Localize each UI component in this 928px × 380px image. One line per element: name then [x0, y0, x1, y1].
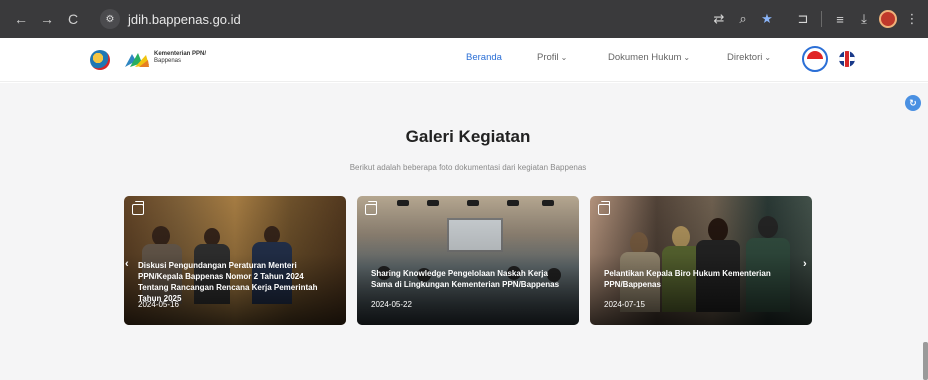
nav-profil[interactable]: Profil ⌄	[537, 52, 567, 63]
forward-icon[interactable]: →	[36, 8, 58, 30]
page-scrollbar[interactable]	[923, 342, 928, 380]
toolbar-divider	[821, 11, 822, 27]
site-header: Kementerian PPN/ Bappenas Beranda Profil…	[0, 38, 928, 82]
gallery-icon	[132, 201, 144, 215]
gallery-card[interactable]: Pelantikan Kepala Biro Hukum Kementerian…	[590, 196, 812, 325]
gallery-card[interactable]: Diskusi Pengundangan Peraturan Menteri P…	[124, 196, 346, 325]
nav-profil-label: Profil	[537, 52, 559, 63]
gallery-title: Galeri Kegiatan	[405, 127, 531, 146]
reload-icon[interactable]: C	[62, 8, 84, 30]
nav-beranda[interactable]: Beranda	[466, 52, 502, 63]
refresh-float-icon[interactable]: ↻	[905, 95, 921, 111]
gallery-card[interactable]: Sharing Knowledge Pengelolaan Naskah Ker…	[357, 196, 579, 325]
bookmark-star-icon[interactable]: ★	[755, 8, 779, 30]
card-caption: Diskusi Pengundangan Peraturan Menteri P…	[138, 261, 318, 303]
card-date: 2024-05-22	[371, 300, 412, 309]
translate-icon[interactable]: ⇄	[707, 8, 731, 30]
back-icon[interactable]: ←	[10, 8, 32, 30]
nav-direktori-label: Direktori	[727, 52, 763, 63]
nav-dokumen-hukum-label: Dokumen Hukum	[608, 52, 682, 63]
address-bar[interactable]: ⚙ jdih.bappenas.go.id	[100, 7, 740, 31]
chevron-down-icon: ⌄	[683, 53, 691, 62]
chrome-menu-icon[interactable]: ⋮	[900, 8, 924, 30]
chevron-down-icon: ⌄	[560, 53, 568, 62]
card-caption: Pelantikan Kepala Biro Hukum Kementerian…	[604, 269, 771, 289]
toolbar-actions: ⇄ ⌕ ★ ⊐ ≡ ⤓ ⋮	[707, 8, 924, 30]
chevron-down-icon: ⌄	[764, 53, 772, 62]
indonesia-flag-icon	[807, 51, 823, 67]
ministry-logo-text[interactable]: Kementerian PPN/ Bappenas	[154, 51, 234, 65]
gallery-section: Galeri Kegiatan Berikut adalah beberapa …	[0, 83, 928, 380]
gallery-icon	[365, 201, 377, 215]
extensions-icon[interactable]: ⊐	[791, 8, 815, 30]
url-text[interactable]: jdih.bappenas.go.id	[128, 12, 241, 27]
gallery-subtitle: Berikut adalah beberapa foto dokumentasi…	[349, 163, 587, 172]
nav-direktori[interactable]: Direktori ⌄	[727, 52, 771, 63]
carousel-next-icon[interactable]: ›	[803, 258, 807, 270]
site-info-icon[interactable]: ⚙	[100, 9, 120, 29]
logo-line-1: Kementerian PPN/	[154, 51, 207, 57]
logo-line-2: Bappenas	[154, 58, 182, 64]
zoom-icon[interactable]: ⌕	[731, 8, 755, 30]
tab-search-icon[interactable]: ≡	[828, 8, 852, 30]
profile-avatar[interactable]	[876, 8, 900, 30]
bappenas-logo-icon[interactable]	[124, 51, 150, 69]
gallery-icon	[598, 201, 610, 215]
carousel-prev-icon[interactable]: ‹	[125, 258, 129, 270]
uk-flag-icon[interactable]	[839, 51, 855, 67]
nav-dokumen-hukum[interactable]: Dokumen Hukum ⌄	[608, 52, 690, 63]
download-icon[interactable]: ⤓	[852, 8, 876, 30]
card-date: 2024-07-15	[604, 300, 645, 309]
language-indonesian-button[interactable]	[802, 46, 828, 72]
globe-logo-icon[interactable]	[90, 50, 110, 70]
card-date: 2024-05-16	[138, 300, 179, 309]
card-caption: Sharing Knowledge Pengelolaan Naskah Ker…	[371, 269, 560, 289]
nav-beranda-label: Beranda	[466, 52, 502, 63]
browser-toolbar: ← → C ⚙ jdih.bappenas.go.id ⇄ ⌕ ★ ⊐ ≡ ⤓ …	[0, 0, 928, 38]
